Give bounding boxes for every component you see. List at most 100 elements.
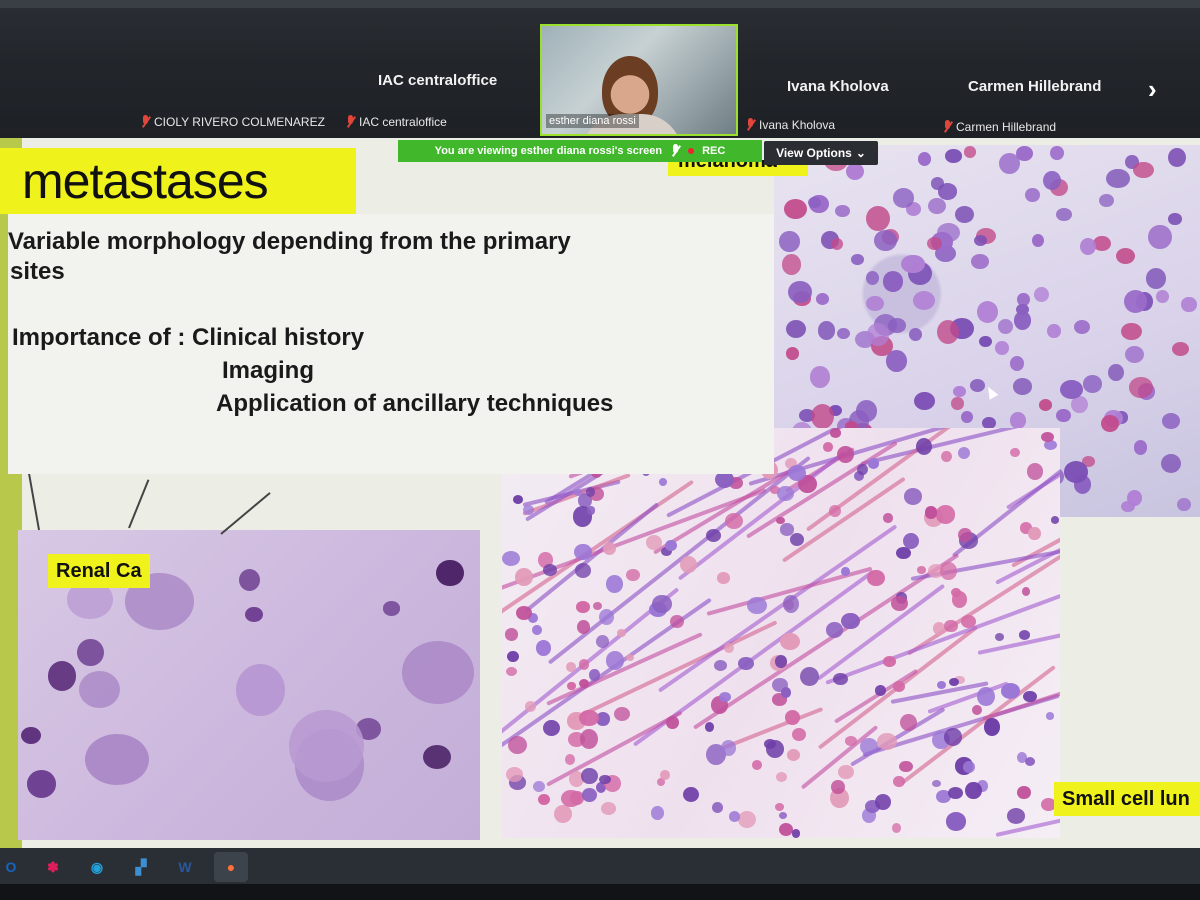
- cell-mark: [1079, 237, 1097, 256]
- cell-mark: [574, 543, 592, 561]
- cell-mark: [857, 463, 868, 476]
- cell-mark: [778, 823, 793, 836]
- cell-mark: [525, 701, 537, 712]
- small-cell-cytology-image: [502, 428, 1060, 838]
- cell-mark: [935, 505, 956, 524]
- slack-icon[interactable]: ✽: [36, 852, 70, 882]
- cell-mark: [586, 506, 596, 515]
- cell-mark: [1162, 412, 1180, 429]
- active-speaker-video[interactable]: esther diana rossi: [540, 24, 738, 136]
- cell-mark: [791, 727, 807, 742]
- cell-mark: [777, 485, 794, 502]
- cell-mark: [574, 562, 592, 578]
- participant-label-ivana[interactable]: Ivana Kholova: [745, 118, 835, 132]
- cell-mark: [579, 709, 599, 727]
- cell-mark: [1064, 461, 1088, 483]
- cell-mark: [679, 555, 698, 574]
- mic-muted-icon: [140, 115, 150, 129]
- cell-mark: [1107, 363, 1124, 382]
- cell-mark: [1171, 341, 1189, 357]
- cell-mark: [724, 642, 734, 653]
- cell-mark: [974, 234, 988, 247]
- cell-mark: [716, 572, 730, 584]
- participant-label-carmen[interactable]: Carmen Hillebrand: [942, 120, 1056, 134]
- cell-mark: [1047, 323, 1061, 339]
- participant-tile-name-ivana[interactable]: Ivana Kholova: [787, 78, 889, 95]
- cell-mark: [1160, 453, 1182, 474]
- cell-mark: [626, 568, 640, 581]
- cell-mark: [979, 336, 992, 348]
- cell-mark: [977, 686, 995, 706]
- cell-mark: [859, 738, 879, 755]
- cell-mark: [1115, 248, 1135, 265]
- cell-mark: [892, 188, 914, 208]
- cell-mark: [1181, 297, 1197, 313]
- cell-mark: [948, 786, 964, 800]
- cell-mark: [502, 551, 521, 567]
- cell-mark: [972, 705, 983, 716]
- participant-tile-name-carmen[interactable]: Carmen Hillebrand: [968, 78, 1101, 95]
- slide-line-2: sites: [10, 258, 65, 285]
- cell-mark: [774, 655, 787, 668]
- cell-mark: [543, 719, 560, 736]
- cell-mark: [786, 347, 800, 360]
- files-icon[interactable]: ▞: [124, 852, 158, 882]
- cell-mark: [652, 595, 672, 613]
- slide-line-5: Application of ancillary techniques: [216, 390, 614, 417]
- cell-mark: [787, 749, 801, 761]
- cell-mark: [945, 149, 962, 163]
- cell-mark: [78, 670, 120, 708]
- slide-line-1: Variable morphology depending from the p…: [8, 228, 571, 255]
- participant-label-iac[interactable]: IAC centraloffice: [345, 115, 447, 129]
- cell-mark: [816, 292, 830, 305]
- cell-mark: [807, 196, 821, 209]
- word-icon[interactable]: W: [168, 852, 202, 882]
- cell-mark: [704, 721, 715, 732]
- cell-mark: [840, 612, 860, 630]
- firefox-icon[interactable]: ●: [214, 852, 248, 882]
- cell-mark: [915, 438, 933, 456]
- cell-mark: [892, 775, 905, 788]
- cell-mark: [997, 318, 1013, 335]
- cell-mark: [779, 523, 794, 536]
- mic-muted-icon: [745, 118, 755, 132]
- cell-mark: [913, 391, 935, 411]
- cell-mark: [1120, 501, 1135, 513]
- cell-mark: [613, 707, 630, 722]
- cell-mark: [867, 458, 880, 470]
- cell-mark: [683, 787, 700, 803]
- cell-mark: [1040, 431, 1054, 443]
- cell-mark: [565, 753, 576, 765]
- viewing-text: You are viewing esther diana rossi's scr…: [434, 145, 663, 157]
- chevron-right-icon[interactable]: ›: [1148, 74, 1157, 105]
- outlook-icon[interactable]: O: [0, 852, 28, 882]
- cell-mark: [928, 197, 947, 215]
- cell-mark: [598, 608, 614, 626]
- view-options-button[interactable]: View Options ⌄: [764, 141, 878, 165]
- webex-icon[interactable]: ◉: [80, 852, 114, 882]
- participant-label-text: Carmen Hillebrand: [956, 120, 1057, 134]
- cell-mark: [1031, 234, 1044, 248]
- cell-mark: [504, 627, 519, 641]
- cell-mark: [932, 622, 946, 635]
- cell-mark: [964, 781, 982, 800]
- cell-mark: [1014, 311, 1032, 330]
- cell-mark: [533, 781, 546, 793]
- cell-mark: [781, 254, 801, 275]
- participant-tile-name-iac[interactable]: IAC centraloffice: [378, 72, 497, 89]
- cell-mark: [874, 230, 897, 251]
- cell-mark: [625, 653, 635, 662]
- cell-mark: [77, 638, 104, 667]
- small-cell-label: Small cell lun: [1054, 782, 1200, 816]
- cell-mark: [779, 231, 800, 252]
- cell-mark: [725, 513, 743, 530]
- participant-label-cioly[interactable]: CIOLY RIVERO COLMENAREZ: [140, 115, 325, 129]
- cell-mark: [969, 379, 985, 392]
- cell-mark: [817, 320, 836, 340]
- cell-mark: [1124, 346, 1144, 364]
- cell-mark: [909, 328, 923, 341]
- cell-mark: [823, 442, 834, 452]
- cell-mark: [932, 780, 941, 788]
- cell-mark: [778, 811, 788, 820]
- cell-mark: [952, 385, 966, 398]
